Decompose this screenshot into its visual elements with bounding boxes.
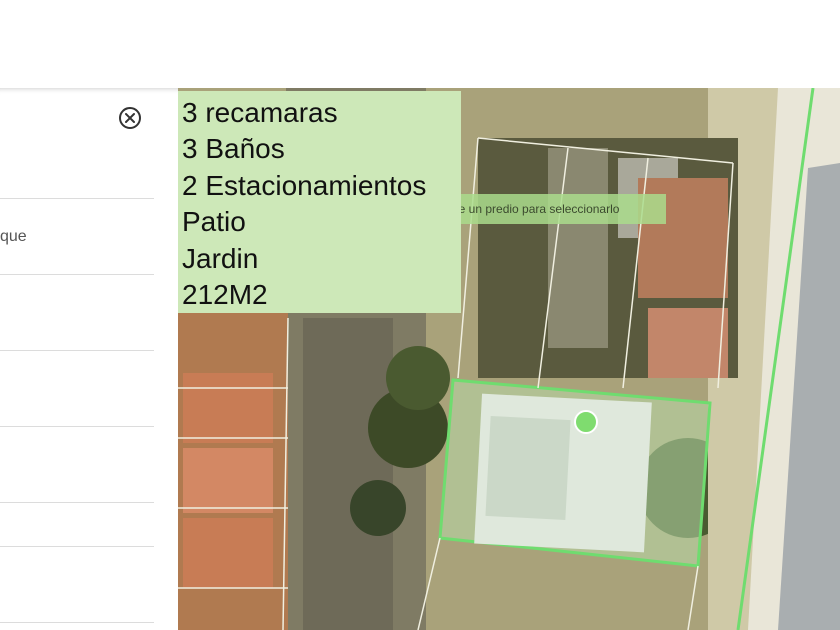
sidebar-panel: que [0,88,178,630]
sidebar-divider [0,622,154,623]
info-line-patio: Patio [182,206,246,238]
sidebar-divider [0,274,154,275]
sidebar-divider [0,546,154,547]
sidebar-divider [0,426,154,427]
sidebar-item-label[interactable]: que [0,228,27,246]
property-info-box: 3 recamaras 3 Baños 2 Estacionamientos P… [178,91,461,313]
top-bar [0,0,840,88]
map-hint-tooltip: bre un predio para seleccionarlo [458,194,666,224]
close-icon[interactable] [118,106,142,130]
sidebar-divider [0,198,154,199]
sidebar-divider [0,350,154,351]
map-view[interactable]: bre un predio para seleccionarlo 3 recam… [178,88,840,630]
info-line-bathrooms: 3 Baños [182,133,285,165]
sidebar-divider [0,502,154,503]
info-line-garden: Jardin [182,242,259,274]
info-line-bedrooms: 3 recamaras [182,97,338,128]
info-line-area: 212M2 [182,279,268,311]
info-line-parking: 2 Estacionamientos [182,169,427,201]
location-marker [574,410,598,434]
